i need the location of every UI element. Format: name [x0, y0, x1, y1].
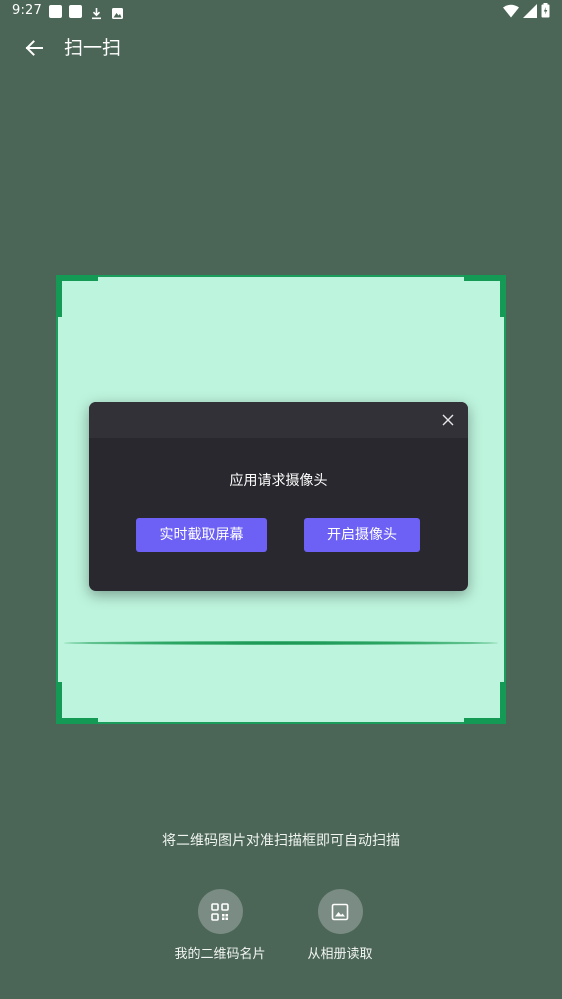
scan-corner-top-right [464, 275, 506, 317]
image-icon [111, 5, 124, 19]
signal-icon [523, 3, 537, 22]
my-qr-card-button[interactable]: 我的二维码名片 [170, 889, 270, 962]
download-icon [90, 5, 103, 20]
battery-icon [541, 2, 550, 22]
dialog-header [89, 402, 468, 438]
arrow-left-icon [25, 40, 43, 56]
close-icon [442, 414, 454, 426]
camera-permission-dialog: 应用请求摄像头 实时截取屏幕 开启摄像头 [89, 402, 468, 591]
back-button[interactable] [20, 34, 48, 62]
scan-line [64, 641, 498, 645]
screen-capture-button[interactable]: 实时截取屏幕 [136, 518, 267, 552]
open-camera-button[interactable]: 开启摄像头 [304, 518, 420, 552]
app-bar: 扫一扫 [0, 28, 562, 68]
qr-code-icon [211, 902, 229, 921]
read-from-album-label: 从相册读取 [307, 947, 373, 962]
scan-corner-bottom-right [464, 682, 506, 724]
status-bar: 9:27 [0, 0, 562, 24]
read-from-album-button[interactable]: 从相册读取 [300, 889, 380, 962]
image-icon [331, 903, 349, 920]
status-right-icons [503, 2, 550, 22]
my-qr-card-label: 我的二维码名片 [174, 947, 266, 962]
scan-hint: 将二维码图片对准扫描框即可自动扫描 [162, 833, 400, 849]
page-title: 扫一扫 [64, 37, 122, 59]
read-from-album-circle[interactable] [317, 889, 363, 934]
dialog-message: 应用请求摄像头 [229, 473, 328, 489]
wifi-icon [503, 3, 519, 22]
notification-square-icon [69, 5, 82, 18]
status-time: 9:27 [12, 3, 42, 18]
scan-corner-top-left [56, 275, 98, 317]
scan-corner-bottom-left [56, 682, 98, 724]
dialog-close-button[interactable] [438, 410, 458, 430]
my-qr-card-circle[interactable] [197, 889, 243, 934]
notification-square-icon [49, 5, 62, 18]
